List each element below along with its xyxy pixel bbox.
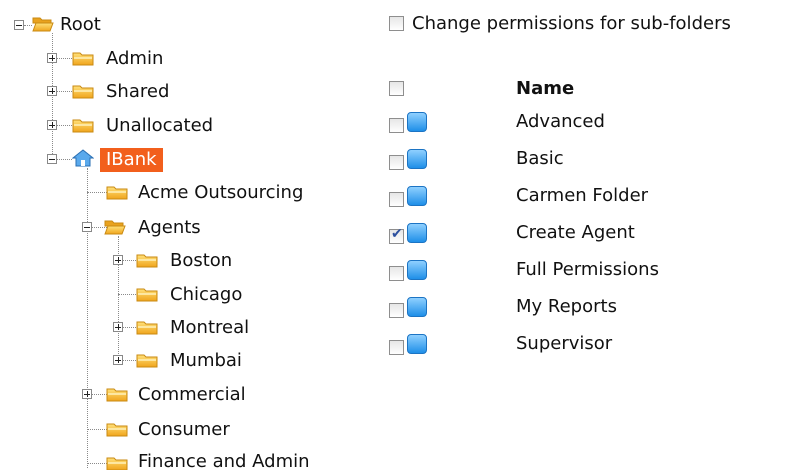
folder-icon (72, 50, 94, 66)
tree-node-label: Agents (138, 217, 201, 238)
tree-node-montreal[interactable]: Montreal (0, 313, 270, 343)
folder-icon (136, 286, 158, 302)
tree-node-label: Shared (106, 81, 170, 102)
tree-node-root[interactable]: Root (0, 10, 160, 40)
folder-icon (106, 455, 128, 470)
permission-label: Advanced (516, 111, 605, 132)
open-folder-icon (104, 219, 126, 235)
permission-label: Create Agent (516, 222, 635, 243)
permission-icon (407, 149, 427, 169)
subfolders-option[interactable]: Change permissions for sub-folders (389, 10, 731, 36)
home-folder-icon (72, 149, 94, 167)
folder-icon (136, 352, 158, 368)
expand-toggle-icon[interactable] (47, 86, 57, 96)
permission-label: Full Permissions (516, 259, 659, 280)
collapse-toggle-icon[interactable] (47, 154, 57, 164)
tree-node-label: Root (60, 14, 101, 35)
tree-node-unallocated[interactable]: Unallocated (0, 111, 240, 141)
tree-node-label: Chicago (170, 284, 243, 305)
tree-node-ibank[interactable]: IBank (0, 145, 200, 175)
permission-checkbox[interactable] (389, 266, 404, 281)
tree-node-label: Acme Outsourcing (138, 182, 304, 203)
tree-node-label: Montreal (170, 317, 250, 338)
expand-toggle-icon[interactable] (113, 255, 123, 265)
expand-toggle-icon[interactable] (113, 322, 123, 332)
permission-checkbox[interactable] (389, 118, 404, 133)
expand-toggle-icon[interactable] (82, 389, 92, 399)
permission-icon (407, 260, 427, 280)
tree-node-chicago[interactable]: Chicago (0, 280, 260, 310)
tree-node-label: Boston (170, 250, 233, 271)
tree-node-label: Mumbai (170, 350, 242, 371)
expand-toggle-icon[interactable] (47, 53, 57, 63)
collapse-toggle-icon[interactable] (14, 20, 24, 30)
checkmark-icon: ✔ (391, 226, 403, 242)
permission-checkbox[interactable] (389, 192, 404, 207)
tree-node-commercial[interactable]: Commercial (0, 380, 280, 410)
folder-icon (72, 117, 94, 133)
subfolders-checkbox[interactable] (389, 15, 404, 31)
folder-icon (136, 252, 158, 268)
tree-node-label: Admin (106, 48, 164, 69)
expand-toggle-icon[interactable] (47, 120, 57, 130)
collapse-toggle-icon[interactable] (82, 222, 92, 232)
tree-node-shared[interactable]: Shared (0, 77, 200, 107)
tree-node-agents[interactable]: Agents (0, 213, 240, 243)
folder-icon (106, 386, 128, 402)
permission-checkbox[interactable] (389, 340, 404, 355)
tree-node-label: Finance and Admin (138, 451, 310, 470)
tree-node-label-selected: IBank (100, 148, 163, 172)
tree-node-label: Unallocated (106, 115, 214, 136)
tree-node-mumbai[interactable]: Mumbai (0, 346, 260, 376)
permission-checkbox[interactable] (389, 303, 404, 318)
subfolders-label: Change permissions for sub-folders (412, 12, 731, 34)
permission-icon (407, 186, 427, 206)
tree-node-label: Consumer (138, 419, 230, 440)
name-column-header: Name (516, 78, 575, 99)
permission-label: Carmen Folder (516, 185, 649, 206)
tree-node-boston[interactable]: Boston (0, 246, 260, 276)
permission-icon (407, 334, 427, 354)
tree-node-acme-outsourcing[interactable]: Acme Outsourcing (0, 178, 360, 208)
permission-icon (407, 223, 427, 243)
permission-icon (407, 297, 427, 317)
folder-icon (136, 319, 158, 335)
tree-node-finance-and-admin[interactable]: Finance and Admin (0, 449, 370, 470)
folder-icon (106, 421, 128, 437)
permission-label: My Reports (516, 296, 617, 317)
expand-toggle-icon[interactable] (113, 355, 123, 365)
folder-icon (106, 184, 128, 200)
permission-label: Basic (516, 148, 564, 169)
permission-checkbox-checked[interactable]: ✔ (389, 226, 404, 244)
permission-label: Supervisor (516, 333, 613, 354)
folder-tree: Root Admin Shared Unallocated IBank Acme… (0, 0, 380, 470)
permission-icon (407, 112, 427, 132)
tree-node-label: Commercial (138, 384, 246, 405)
permission-checkbox[interactable] (389, 155, 404, 170)
open-folder-icon (32, 16, 54, 32)
select-all-checkbox[interactable] (389, 81, 404, 96)
folder-icon (72, 83, 94, 99)
tree-node-consumer[interactable]: Consumer (0, 415, 280, 445)
tree-node-admin[interactable]: Admin (0, 44, 200, 74)
